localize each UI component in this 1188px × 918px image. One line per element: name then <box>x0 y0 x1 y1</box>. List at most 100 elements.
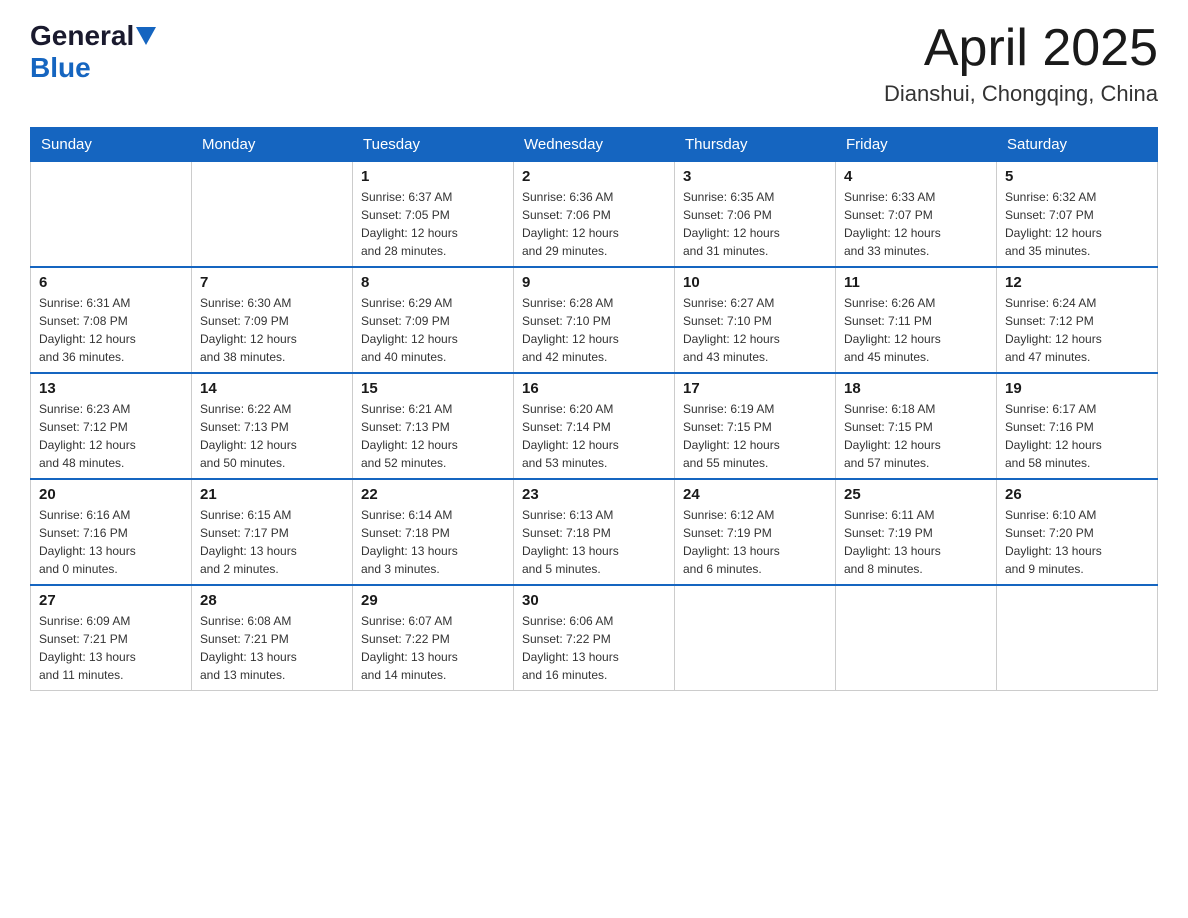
day-detail: Sunrise: 6:12 AM Sunset: 7:19 PM Dayligh… <box>683 506 827 578</box>
day-cell-29: 29 Sunrise: 6:07 AM Sunset: 7:22 PM Dayli… <box>353 585 514 691</box>
day-detail: Sunrise: 6:16 AM Sunset: 7:16 PM Dayligh… <box>39 506 183 578</box>
day-number: 15 <box>361 380 505 397</box>
day-detail: Sunrise: 6:07 AM Sunset: 7:22 PM Dayligh… <box>361 612 505 684</box>
day-detail: Sunrise: 6:22 AM Sunset: 7:13 PM Dayligh… <box>200 400 344 472</box>
logo-arrow-icon <box>136 27 156 47</box>
weekday-header-sunday: Sunday <box>31 128 192 162</box>
day-number: 14 <box>200 380 344 397</box>
logo: General Blue <box>30 20 156 84</box>
day-number: 10 <box>683 274 827 291</box>
week-row-1: 1 Sunrise: 6:37 AM Sunset: 7:05 PM Daylig… <box>31 162 1158 268</box>
logo-blue: Blue <box>30 52 91 83</box>
day-cell-13: 13 Sunrise: 6:23 AM Sunset: 7:12 PM Dayli… <box>31 373 192 479</box>
week-row-3: 13 Sunrise: 6:23 AM Sunset: 7:12 PM Dayli… <box>31 373 1158 479</box>
weekday-header-thursday: Thursday <box>675 128 836 162</box>
day-cell-9: 9 Sunrise: 6:28 AM Sunset: 7:10 PM Daylig… <box>514 267 675 373</box>
day-cell-11: 11 Sunrise: 6:26 AM Sunset: 7:11 PM Dayli… <box>836 267 997 373</box>
day-detail: Sunrise: 6:09 AM Sunset: 7:21 PM Dayligh… <box>39 612 183 684</box>
day-cell-14: 14 Sunrise: 6:22 AM Sunset: 7:13 PM Dayli… <box>192 373 353 479</box>
day-number: 29 <box>361 592 505 609</box>
day-number: 21 <box>200 486 344 503</box>
day-cell-8: 8 Sunrise: 6:29 AM Sunset: 7:09 PM Daylig… <box>353 267 514 373</box>
day-cell-2: 2Sunrise: 6:36 AM Sunset: 7:06 PM Daylig… <box>514 162 675 268</box>
weekday-header-monday: Monday <box>192 128 353 162</box>
day-number: 4 <box>844 168 988 185</box>
day-number: 23 <box>522 486 666 503</box>
day-number: 3 <box>683 168 827 185</box>
day-number: 18 <box>844 380 988 397</box>
day-number: 8 <box>361 274 505 291</box>
day-cell-15: 15 Sunrise: 6:21 AM Sunset: 7:13 PM Dayli… <box>353 373 514 479</box>
day-cell-25: 25Sunrise: 6:11 AM Sunset: 7:19 PM Dayli… <box>836 479 997 585</box>
day-detail: Sunrise: 6:17 AM Sunset: 7:16 PM Dayligh… <box>1005 400 1149 472</box>
day-number: 13 <box>39 380 183 397</box>
empty-cell <box>192 162 353 268</box>
day-cell-30: 30 Sunrise: 6:06 AM Sunset: 7:22 PM Dayli… <box>514 585 675 691</box>
day-cell-26: 26Sunrise: 6:10 AM Sunset: 7:20 PM Dayli… <box>997 479 1158 585</box>
logo-general: General <box>30 20 134 52</box>
day-detail: Sunrise: 6:20 AM Sunset: 7:14 PM Dayligh… <box>522 400 666 472</box>
day-cell-18: 18Sunrise: 6:18 AM Sunset: 7:15 PM Dayli… <box>836 373 997 479</box>
day-detail: Sunrise: 6:33 AM Sunset: 7:07 PM Dayligh… <box>844 188 988 260</box>
day-number: 30 <box>522 592 666 609</box>
day-cell-24: 24 Sunrise: 6:12 AM Sunset: 7:19 PM Dayli… <box>675 479 836 585</box>
day-detail: Sunrise: 6:37 AM Sunset: 7:05 PM Dayligh… <box>361 188 505 260</box>
day-cell-22: 22 Sunrise: 6:14 AM Sunset: 7:18 PM Dayli… <box>353 479 514 585</box>
empty-cell <box>31 162 192 268</box>
day-detail: Sunrise: 6:06 AM Sunset: 7:22 PM Dayligh… <box>522 612 666 684</box>
weekday-header-wednesday: Wednesday <box>514 128 675 162</box>
day-number: 17 <box>683 380 827 397</box>
day-detail: Sunrise: 6:36 AM Sunset: 7:06 PM Dayligh… <box>522 188 666 260</box>
day-number: 25 <box>844 486 988 503</box>
day-cell-19: 19 Sunrise: 6:17 AM Sunset: 7:16 PM Dayli… <box>997 373 1158 479</box>
day-detail: Sunrise: 6:29 AM Sunset: 7:09 PM Dayligh… <box>361 294 505 366</box>
day-detail: Sunrise: 6:19 AM Sunset: 7:15 PM Dayligh… <box>683 400 827 472</box>
day-detail: Sunrise: 6:28 AM Sunset: 7:10 PM Dayligh… <box>522 294 666 366</box>
day-detail: Sunrise: 6:30 AM Sunset: 7:09 PM Dayligh… <box>200 294 344 366</box>
day-number: 1 <box>361 168 505 185</box>
day-cell-28: 28 Sunrise: 6:08 AM Sunset: 7:21 PM Dayli… <box>192 585 353 691</box>
day-number: 11 <box>844 274 988 291</box>
day-number: 24 <box>683 486 827 503</box>
day-cell-7: 7 Sunrise: 6:30 AM Sunset: 7:09 PM Daylig… <box>192 267 353 373</box>
day-cell-5: 5 Sunrise: 6:32 AM Sunset: 7:07 PM Daylig… <box>997 162 1158 268</box>
empty-cell <box>675 585 836 691</box>
day-cell-4: 4 Sunrise: 6:33 AM Sunset: 7:07 PM Daylig… <box>836 162 997 268</box>
day-number: 20 <box>39 486 183 503</box>
week-row-4: 20 Sunrise: 6:16 AM Sunset: 7:16 PM Dayli… <box>31 479 1158 585</box>
day-detail: Sunrise: 6:08 AM Sunset: 7:21 PM Dayligh… <box>200 612 344 684</box>
weekday-header-friday: Friday <box>836 128 997 162</box>
day-number: 9 <box>522 274 666 291</box>
day-cell-10: 10 Sunrise: 6:27 AM Sunset: 7:10 PM Dayli… <box>675 267 836 373</box>
empty-cell <box>836 585 997 691</box>
day-number: 28 <box>200 592 344 609</box>
day-cell-20: 20 Sunrise: 6:16 AM Sunset: 7:16 PM Dayli… <box>31 479 192 585</box>
day-number: 5 <box>1005 168 1149 185</box>
day-cell-17: 17 Sunrise: 6:19 AM Sunset: 7:15 PM Dayli… <box>675 373 836 479</box>
weekday-header-row: SundayMondayTuesdayWednesdayThursdayFrid… <box>31 128 1158 162</box>
day-cell-21: 21 Sunrise: 6:15 AM Sunset: 7:17 PM Dayli… <box>192 479 353 585</box>
month-title: April 2025 <box>884 20 1158 77</box>
week-row-5: 27Sunrise: 6:09 AM Sunset: 7:21 PM Dayli… <box>31 585 1158 691</box>
day-cell-27: 27Sunrise: 6:09 AM Sunset: 7:21 PM Dayli… <box>31 585 192 691</box>
day-detail: Sunrise: 6:26 AM Sunset: 7:11 PM Dayligh… <box>844 294 988 366</box>
day-number: 19 <box>1005 380 1149 397</box>
day-number: 12 <box>1005 274 1149 291</box>
day-detail: Sunrise: 6:13 AM Sunset: 7:18 PM Dayligh… <box>522 506 666 578</box>
week-row-2: 6Sunrise: 6:31 AM Sunset: 7:08 PM Daylig… <box>31 267 1158 373</box>
day-number: 16 <box>522 380 666 397</box>
page-header: General Blue April 2025 Dianshui, Chongq… <box>30 20 1158 107</box>
day-cell-16: 16 Sunrise: 6:20 AM Sunset: 7:14 PM Dayli… <box>514 373 675 479</box>
day-number: 6 <box>39 274 183 291</box>
day-detail: Sunrise: 6:15 AM Sunset: 7:17 PM Dayligh… <box>200 506 344 578</box>
day-detail: Sunrise: 6:27 AM Sunset: 7:10 PM Dayligh… <box>683 294 827 366</box>
day-number: 22 <box>361 486 505 503</box>
day-detail: Sunrise: 6:21 AM Sunset: 7:13 PM Dayligh… <box>361 400 505 472</box>
day-detail: Sunrise: 6:23 AM Sunset: 7:12 PM Dayligh… <box>39 400 183 472</box>
day-detail: Sunrise: 6:14 AM Sunset: 7:18 PM Dayligh… <box>361 506 505 578</box>
weekday-header-tuesday: Tuesday <box>353 128 514 162</box>
day-number: 7 <box>200 274 344 291</box>
day-detail: Sunrise: 6:10 AM Sunset: 7:20 PM Dayligh… <box>1005 506 1149 578</box>
day-detail: Sunrise: 6:32 AM Sunset: 7:07 PM Dayligh… <box>1005 188 1149 260</box>
weekday-header-saturday: Saturday <box>997 128 1158 162</box>
